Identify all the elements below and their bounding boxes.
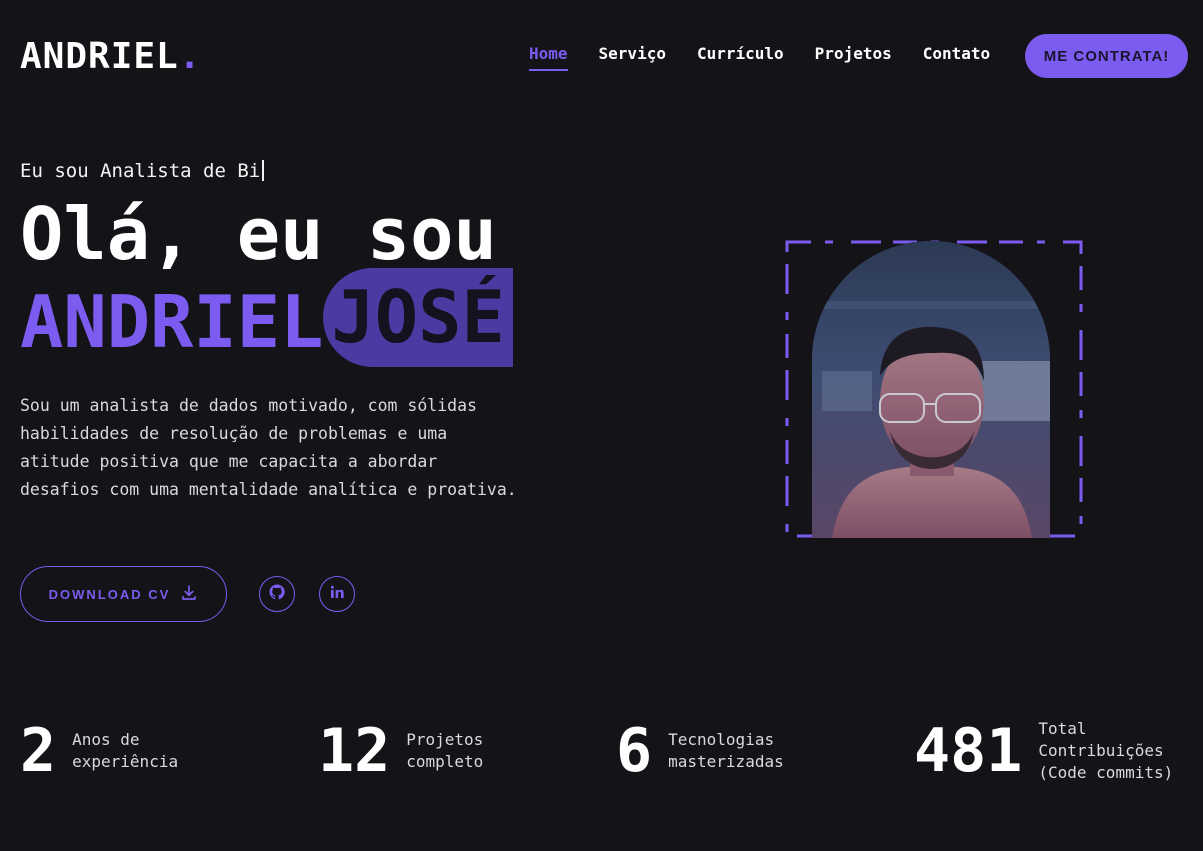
stat-label: Tecnologias masterizadas [668, 729, 784, 773]
linkedin-link[interactable] [319, 576, 355, 612]
stat-label-line: masterizadas [668, 752, 784, 771]
stat-value: 6 [616, 716, 653, 786]
stat-label-line: completo [406, 752, 484, 771]
github-icon [268, 583, 286, 605]
nav-servico[interactable]: Serviço [599, 44, 666, 71]
hire-me-button[interactable]: ME CONTRATA! [1025, 34, 1188, 78]
logo-text: ANDRIEL [20, 36, 179, 77]
profile-photo [812, 241, 1050, 538]
stat-label-line: Projetos [406, 730, 484, 749]
stat-label: Anos de experiência [72, 729, 178, 773]
stat-label-line: experiência [72, 752, 179, 771]
typing-text: Eu sou Analista de Bi [20, 160, 261, 182]
stat-label: Total Contribuições (Code commits) [1038, 718, 1173, 784]
stat-experience: 2 Anos de experiência [20, 716, 178, 786]
logo[interactable]: ANDRIEL. [20, 36, 201, 77]
github-link[interactable] [259, 576, 295, 612]
nav-projetos[interactable]: Projetos [815, 44, 892, 71]
nav-home[interactable]: Home [529, 44, 568, 71]
stat-label: Projetos completo [406, 729, 483, 773]
nav-curriculo[interactable]: Currículo [697, 44, 784, 71]
stat-value: 481 [914, 716, 1023, 786]
hero-headline: Olá, eu sou [20, 192, 497, 276]
stat-label-line: Tecnologias [668, 730, 775, 749]
typing-caret [262, 160, 265, 181]
stat-label-line: Contribuições [1038, 741, 1164, 760]
first-name: ANDRIEL [20, 280, 324, 364]
stat-projects: 12 Projetos completo [318, 716, 483, 786]
download-icon [180, 584, 198, 605]
logo-dot: . [178, 36, 202, 77]
stat-label-line: Anos de [72, 730, 140, 749]
nav-contato[interactable]: Contato [923, 44, 990, 71]
stat-label-line: Total [1038, 719, 1087, 738]
main-nav: Home Serviço Currículo Projetos Contato [529, 44, 1021, 71]
download-cv-button[interactable]: DOWNLOAD CV [20, 566, 227, 622]
stat-commits: 481 Total Contribuições (Code commits) [914, 716, 1173, 786]
stat-value: 2 [20, 716, 57, 786]
typing-subtitle: Eu sou Analista de Bi [20, 160, 265, 182]
profile-photo-illustration [812, 241, 1050, 538]
last-name: JOSÉ [323, 268, 513, 367]
download-cv-label: DOWNLOAD CV [48, 586, 171, 602]
profile-photo-container [785, 240, 1083, 538]
stat-label-line: (Code commits) [1038, 763, 1174, 782]
intro-paragraph: Sou um analista de dados motivado, com s… [20, 396, 517, 499]
stat-value: 12 [318, 716, 391, 786]
page: ANDRIEL. Home Serviço Currículo Projetos… [0, 0, 1203, 851]
hero-name: ANDRIEL JOSÉ [20, 268, 513, 377]
linkedin-icon [329, 584, 345, 604]
stat-technologies: 6 Tecnologias masterizadas [616, 716, 784, 786]
